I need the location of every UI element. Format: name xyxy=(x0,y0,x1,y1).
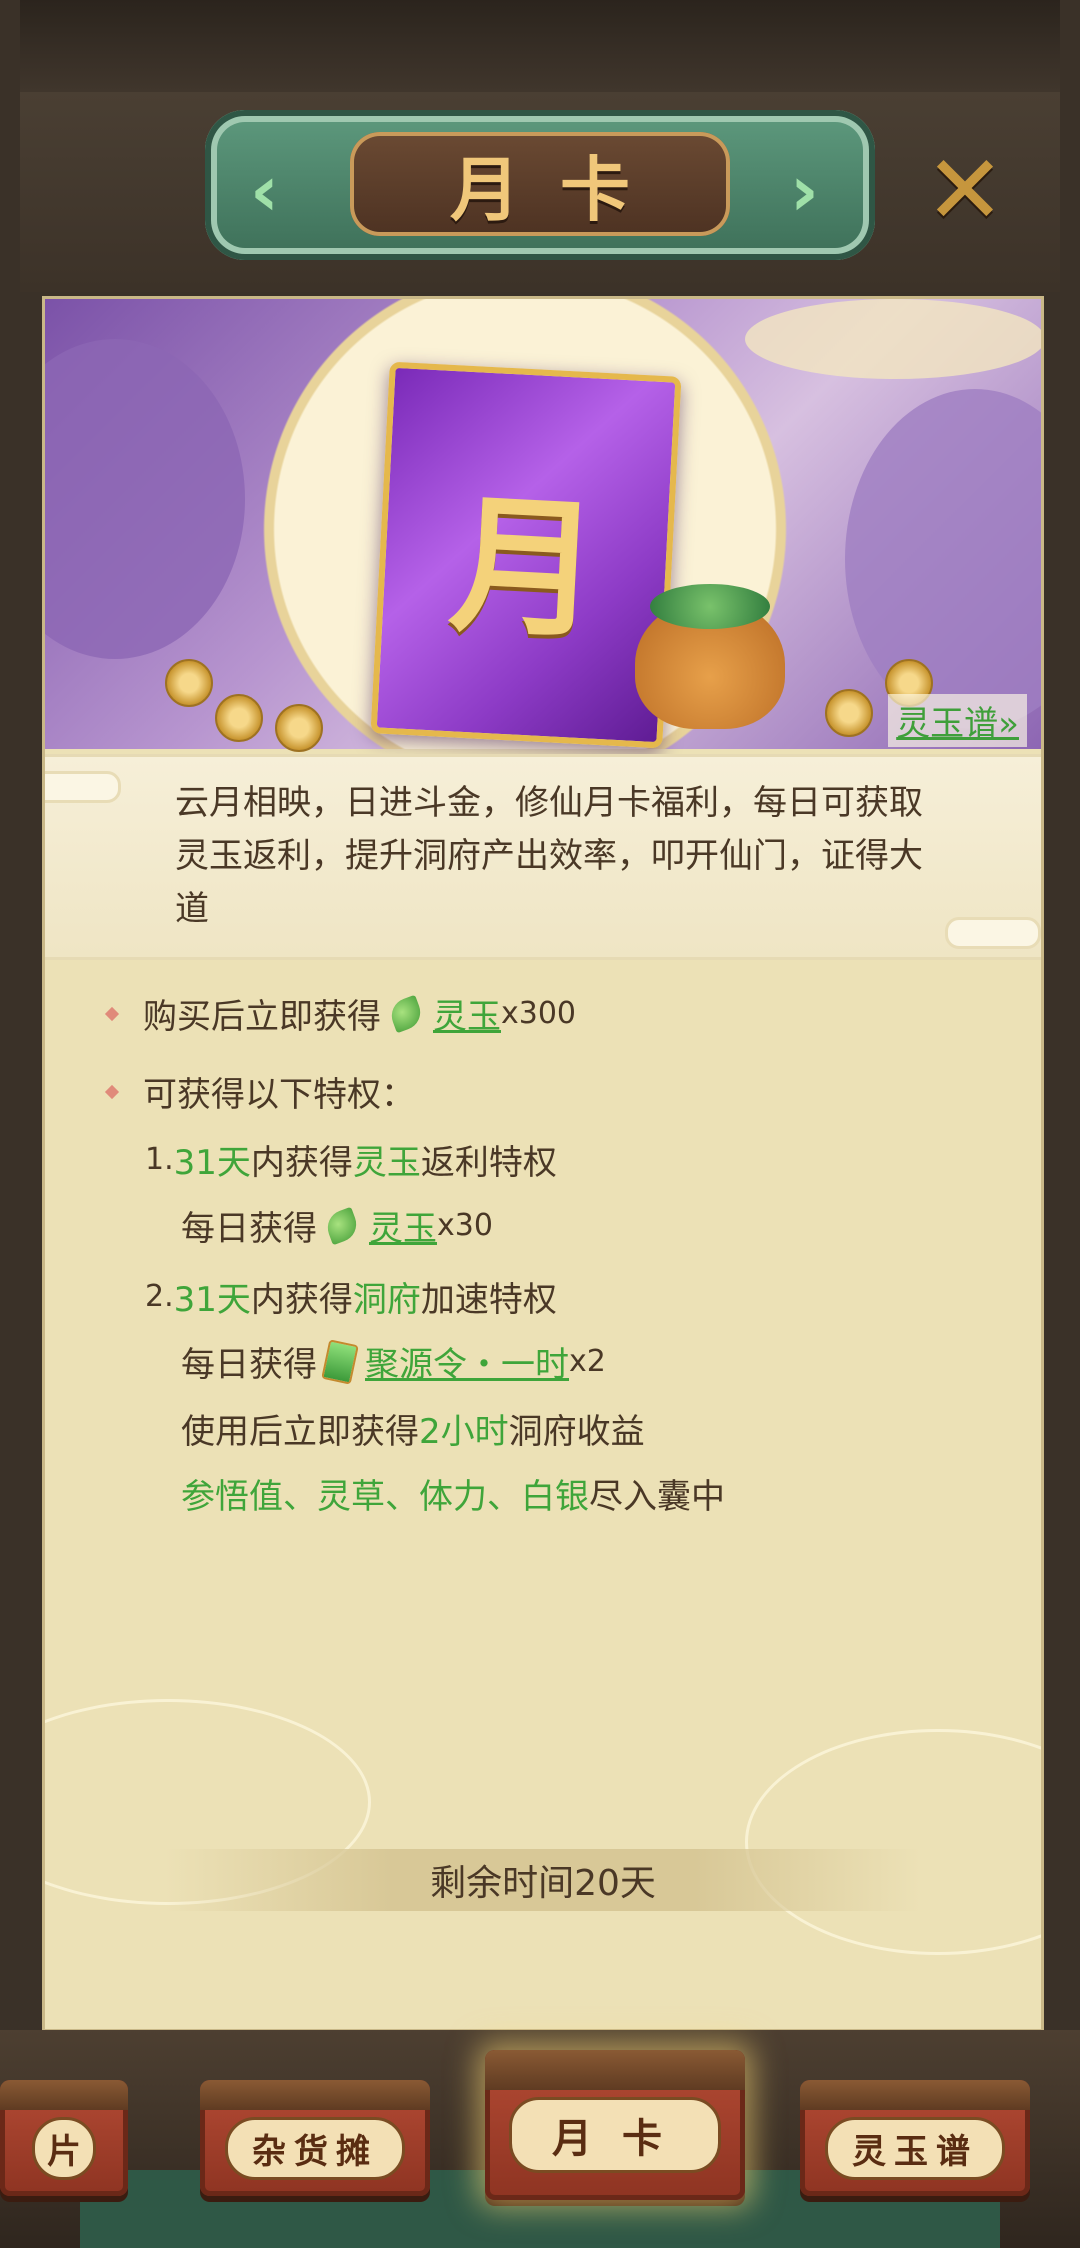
privileges-heading-line: 可获得以下特权： xyxy=(104,1067,415,1116)
bullet-icon xyxy=(104,1006,120,1021)
top-frame xyxy=(20,0,1060,96)
coin-icon xyxy=(825,689,873,737)
privilege-2-use: 使用后立即获得 2小时 洞府收益 xyxy=(181,1404,645,1453)
scroll-end-decoration xyxy=(45,771,121,803)
tab-label: 杂货摊 xyxy=(225,2116,405,2180)
jade-pile-icon xyxy=(650,584,770,629)
privilege-2-daily: 每日获得 聚源令・一时 x2 xyxy=(181,1337,606,1386)
purchase-line: 购买后立即获得 灵玉 x300 xyxy=(104,989,577,1038)
token-icon xyxy=(321,1338,359,1385)
daily-qty: x30 xyxy=(437,1208,493,1243)
tab-card[interactable]: 片 xyxy=(0,2080,128,2196)
coin-icon xyxy=(215,694,263,742)
privilege-item: 灵玉 xyxy=(352,1143,421,1183)
tab-jade-catalog[interactable]: 灵玉谱 xyxy=(800,2080,1030,2196)
chest-lid xyxy=(0,2080,128,2110)
tab-label: 片 xyxy=(32,2116,96,2180)
chevron-left-icon: ‹ xyxy=(250,150,279,232)
month-card-image: 月 xyxy=(370,361,682,749)
use-hours: 2小时 xyxy=(419,1412,509,1452)
privilege-2-title: 2. 31天 内获得 洞府 加速特权 xyxy=(145,1272,557,1321)
daily-qty: x2 xyxy=(569,1344,606,1379)
card-glyph: 月 xyxy=(445,475,605,660)
jade-item-link[interactable]: 灵玉 xyxy=(369,1201,437,1250)
chevron-right-icon: › xyxy=(790,150,819,232)
chest-lid xyxy=(485,2050,745,2090)
reward-list: 参悟值、灵草、体力、白银 xyxy=(181,1477,589,1517)
privilege-suffix: 加速特权 xyxy=(420,1280,557,1320)
privilege-2-rewards: 参悟值、灵草、体力、白银 尽入囊中 xyxy=(181,1469,725,1518)
privilege-days: 31天 xyxy=(173,1280,251,1320)
coin-icon xyxy=(165,659,213,707)
title-frame: 月卡 xyxy=(350,132,730,236)
jade-icon xyxy=(386,994,426,1033)
tab-label: 灵玉谱 xyxy=(825,2116,1005,2180)
privilege-suffix: 返利特权 xyxy=(420,1143,557,1183)
privilege-mid: 内获得 xyxy=(250,1143,353,1183)
wave-decoration xyxy=(45,339,245,659)
jade-icon xyxy=(322,1206,362,1245)
chest-lid xyxy=(800,2080,1030,2110)
reward-suffix: 尽入囊中 xyxy=(589,1477,725,1517)
privilege-1-title: 1. 31天 内获得 灵玉 返利特权 xyxy=(145,1135,557,1184)
cloud-decoration xyxy=(745,1729,1041,1955)
use-suffix: 洞府收益 xyxy=(508,1412,645,1452)
use-prefix: 使用后立即获得 xyxy=(181,1412,419,1452)
banner: 月 灵玉谱» xyxy=(45,299,1041,752)
jade-catalog-link[interactable]: 灵玉谱» xyxy=(888,694,1027,747)
remaining-time: 剩余时间20天 xyxy=(165,1849,921,1911)
close-icon[interactable]: ✕ xyxy=(915,140,1015,240)
wave-decoration xyxy=(845,389,1041,729)
page-title: 月卡 xyxy=(450,147,670,231)
scroll-end-decoration xyxy=(945,917,1041,949)
privilege-1-daily: 每日获得 灵玉 x30 xyxy=(181,1201,493,1250)
description-text: 云月相映，日进斗金，修仙月卡福利，每日可获取灵玉返利，提升洞府产出效率，叩开仙门… xyxy=(175,783,923,929)
coin-icon xyxy=(275,704,323,752)
chest-lid xyxy=(200,2080,430,2110)
description-scroll: 云月相映，日进斗金，修仙月卡福利，每日可获取灵玉返利，提升洞府产出效率，叩开仙门… xyxy=(45,754,1041,960)
privilege-mid: 内获得 xyxy=(250,1280,353,1320)
content-panel: 月 灵玉谱» 云月相映，日进斗金，修仙月卡福利，每日可获取灵玉返利，提升洞府产出… xyxy=(42,296,1044,2032)
privilege-days: 31天 xyxy=(173,1143,251,1183)
token-item-link[interactable]: 聚源令・一时 xyxy=(365,1337,569,1386)
tab-month-card[interactable]: 月卡 xyxy=(485,2050,745,2200)
tab-grocery-stall[interactable]: 杂货摊 xyxy=(200,2080,430,2196)
privileges-heading: 可获得以下特权： xyxy=(143,1075,415,1115)
daily-prefix: 每日获得 xyxy=(181,1345,317,1385)
jade-item-link[interactable]: 灵玉 xyxy=(433,989,501,1038)
privilege-item: 洞府 xyxy=(352,1280,421,1320)
daily-prefix: 每日获得 xyxy=(181,1209,317,1249)
purchase-prefix: 购买后立即获得 xyxy=(143,997,381,1037)
privilege-number: 2. xyxy=(145,1279,174,1314)
purchase-qty: x300 xyxy=(501,996,577,1031)
cloud-decoration xyxy=(745,299,1041,379)
privilege-number: 1. xyxy=(145,1142,174,1177)
bullet-icon xyxy=(104,1084,120,1099)
tab-label: 月卡 xyxy=(509,2097,721,2173)
